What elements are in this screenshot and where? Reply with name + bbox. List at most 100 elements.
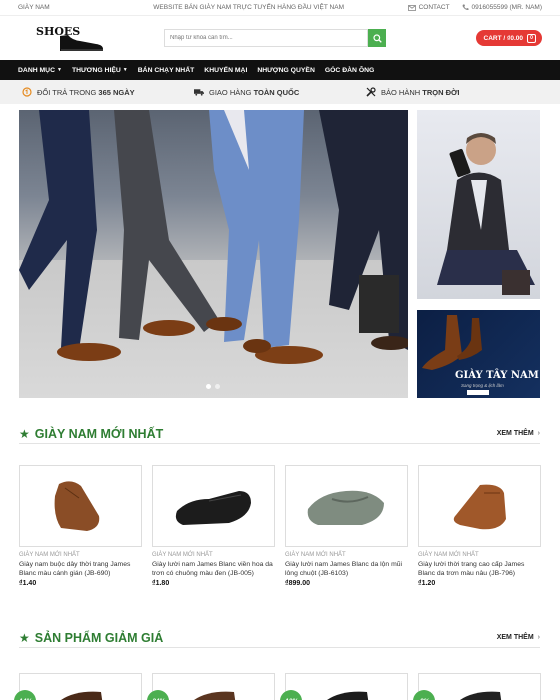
- cart-button[interactable]: CART / ₫0.00 0: [475, 30, 542, 46]
- product-image[interactable]: -12%: [280, 673, 408, 700]
- nav-label: Bán chạy nhất: [137, 66, 195, 74]
- cart-label: CART / ₫0.00: [483, 34, 523, 42]
- product-name[interactable]: Giày lười thời trang cao cấp James Blanc…: [418, 560, 541, 578]
- hero-slider[interactable]: [19, 110, 408, 398]
- benefits-bar: Đổi trả trong 365 ngày Giao hàng toàn qu…: [0, 80, 560, 104]
- slider-dots: [206, 384, 220, 389]
- nav-item-bestsellers[interactable]: Bán chạy nhất: [138, 67, 195, 74]
- benefit-text: Đổi trả trong: [37, 87, 99, 97]
- product-grid-sale: -14% -24% -12% -9%: [14, 673, 541, 700]
- product-image[interactable]: -14%: [14, 673, 142, 700]
- side-banner-dress-shoes[interactable]: GIÀY TÂY NAM Sang trọng & lịch lãm: [417, 310, 540, 398]
- product-grid-new: Giày nam mới nhất Giày nam buộc dây thời…: [19, 465, 541, 587]
- nav-label: Danh mục: [18, 66, 56, 74]
- see-more-label: Xem thêm: [496, 634, 534, 641]
- nav-item-categories[interactable]: Danh mục ▼: [18, 67, 62, 74]
- product-card[interactable]: Giày nam mới nhất Giày lười nam James Bl…: [285, 465, 408, 587]
- product-card[interactable]: Giày nam mới nhất Giày nam buộc dây thời…: [19, 465, 142, 587]
- model-photo: [437, 133, 535, 295]
- product-image[interactable]: -9%: [413, 673, 541, 700]
- benefit-warranty: Bảo hành trọn đời: [366, 87, 538, 97]
- search-input[interactable]: [164, 29, 368, 47]
- truck-icon: [194, 87, 204, 97]
- product-image[interactable]: [152, 465, 275, 547]
- product-name[interactable]: Giày lười nam James Blanc viền hoa da tr…: [152, 560, 275, 578]
- shoe-thumbnail: [326, 691, 368, 700]
- search-bar: [164, 29, 386, 47]
- top-bar-tagline: Website bán giày nam trực tuyến hàng đầu…: [153, 4, 344, 11]
- phone-icon: [462, 4, 469, 11]
- product-price: ₫1.40: [19, 580, 37, 587]
- section-new-products: ★ Giày nam mới nhất Xem thêm ›: [19, 424, 540, 444]
- contact-link[interactable]: Contact: [407, 4, 450, 11]
- product-image[interactable]: [285, 465, 408, 547]
- discount-badge: -12%: [280, 690, 302, 700]
- search-button[interactable]: [368, 29, 386, 47]
- chevron-right-icon: ›: [537, 430, 540, 437]
- shoe-thumbnail: [60, 691, 102, 700]
- contact-label: Contact: [418, 4, 450, 11]
- product-name[interactable]: Giày nam buộc dây thời trang James Blanc…: [19, 560, 142, 578]
- benefit-returns: Đổi trả trong 365 ngày: [22, 87, 194, 97]
- discount-badge: -14%: [14, 690, 36, 700]
- top-bar: Giày nam Website bán giày nam trực tuyến…: [0, 0, 560, 16]
- benefit-bold: 365 ngày: [98, 87, 135, 97]
- chevron-down-icon: ▼: [122, 67, 128, 73]
- discount-badge: -24%: [147, 690, 169, 700]
- benefit-shipping: Giao hàng toàn quốc: [194, 87, 366, 97]
- shoe-logo-icon: [60, 35, 103, 51]
- product-category: Giày nam mới nhất: [19, 552, 80, 558]
- return-icon: [22, 87, 32, 97]
- phone-label: 0916055599 (MR. NAM): [471, 4, 542, 11]
- product-image[interactable]: -24%: [147, 673, 275, 700]
- product-category: Giày nam mới nhất: [152, 552, 213, 558]
- mail-icon: [407, 4, 416, 11]
- benefit-text: Giao hàng: [209, 87, 254, 97]
- cart-icon: 0: [527, 33, 536, 43]
- banner-title: GIÀY TÂY NAM: [455, 370, 539, 381]
- search-icon: [372, 33, 382, 43]
- product-card[interactable]: Giày nam mới nhất Giày lười nam James Bl…: [152, 465, 275, 587]
- discount-badge: -9%: [413, 690, 435, 700]
- product-card[interactable]: -9%: [413, 673, 541, 700]
- hero-photo: [19, 110, 408, 364]
- phone-link[interactable]: 0916055599 (MR. NAM): [462, 4, 542, 11]
- nav-item-brands[interactable]: Thương hiệu ▼: [72, 67, 128, 74]
- benefit-text: Bảo hành: [381, 87, 423, 97]
- nav-item-franchise[interactable]: Nhượng quyền: [257, 67, 315, 74]
- banner-button[interactable]: [467, 390, 489, 395]
- product-card[interactable]: -24%: [147, 673, 275, 700]
- benefit-bold: toàn quốc: [253, 87, 300, 97]
- section-sale-products: ★ Sản phẩm giảm giá Xem thêm ›: [19, 628, 540, 648]
- slider-dot[interactable]: [206, 384, 211, 389]
- product-category: Giày nam mới nhất: [285, 552, 346, 558]
- star-icon: ★: [19, 426, 30, 441]
- logo[interactable]: SHOES: [18, 20, 108, 56]
- tools-icon: [366, 87, 376, 97]
- product-image[interactable]: [418, 465, 541, 547]
- main-nav: Danh mục ▼ Thương hiệu ▼ Bán chạy nhất Khu…: [0, 60, 560, 80]
- slider-dot[interactable]: [215, 384, 220, 389]
- product-name[interactable]: Giày lười nam James Blanc da lộn mũi lôn…: [285, 560, 408, 578]
- product-price: ₫1.80: [152, 580, 170, 587]
- nav-item-mens-corner[interactable]: Góc đàn ông: [325, 67, 374, 74]
- nav-label: Góc đàn ông: [324, 66, 375, 74]
- nav-item-promotions[interactable]: Khuyến mại: [204, 67, 247, 74]
- top-bar-left-text: Giày nam: [18, 4, 50, 11]
- banner-subtitle: Sang trọng & lịch lãm: [461, 383, 504, 388]
- product-image[interactable]: [19, 465, 142, 547]
- see-more-link[interactable]: Xem thêm ›: [497, 634, 540, 641]
- chevron-down-icon: ▼: [57, 67, 62, 73]
- product-card[interactable]: -12%: [280, 673, 408, 700]
- nav-label: Khuyến mại: [204, 66, 248, 74]
- brown-loafer: [453, 484, 506, 529]
- product-price: ₫899.00: [285, 580, 311, 587]
- product-card[interactable]: Giày nam mới nhất Giày lười thời trang c…: [418, 465, 541, 587]
- see-more-link[interactable]: Xem thêm ›: [497, 430, 540, 437]
- header: SHOES CART / ₫0.00 0: [0, 16, 560, 60]
- brown-lace-up-shoe: [54, 481, 99, 531]
- side-banner-model[interactable]: [417, 110, 540, 299]
- nav-label: Thương hiệu: [71, 66, 121, 74]
- see-more-label: Xem thêm: [496, 430, 534, 437]
- product-card[interactable]: -14%: [14, 673, 142, 700]
